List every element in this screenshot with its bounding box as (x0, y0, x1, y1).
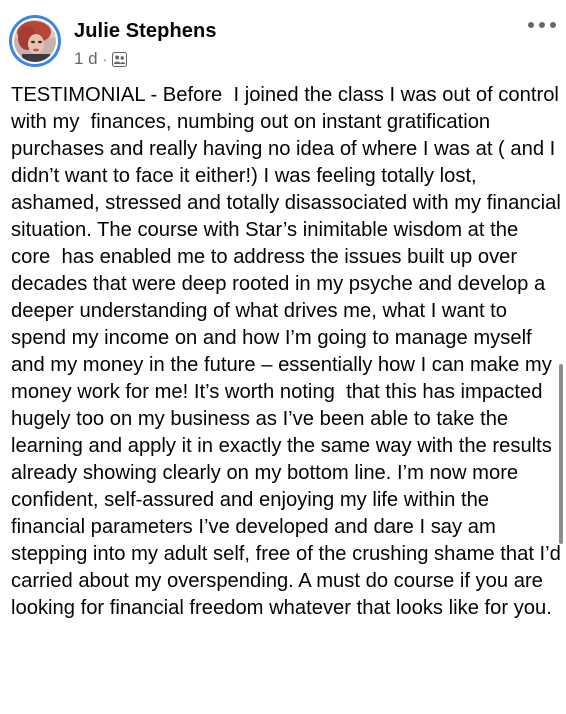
more-dot (528, 22, 534, 28)
post-text: TESTIMONIAL - Before I joined the class … (11, 84, 561, 619)
friends-icon (112, 51, 128, 67)
meta-separator: · (102, 51, 108, 67)
post-time[interactable]: 1 d (74, 49, 98, 69)
scrollbar[interactable] (559, 364, 563, 544)
post-header: Julie Stephens 1 d · (0, 0, 566, 80)
author-name[interactable]: Julie Stephens (74, 20, 217, 43)
avatar[interactable] (9, 15, 61, 67)
more-dot (550, 22, 556, 28)
profile-photo-icon (14, 20, 56, 62)
avatar-photo (12, 18, 58, 64)
more-options-icon[interactable] (528, 14, 556, 36)
post-meta: 1 d · (74, 49, 128, 69)
more-dot (539, 22, 545, 28)
post-card: Julie Stephens 1 d · TESTIMONIAL - Befor… (0, 0, 566, 714)
